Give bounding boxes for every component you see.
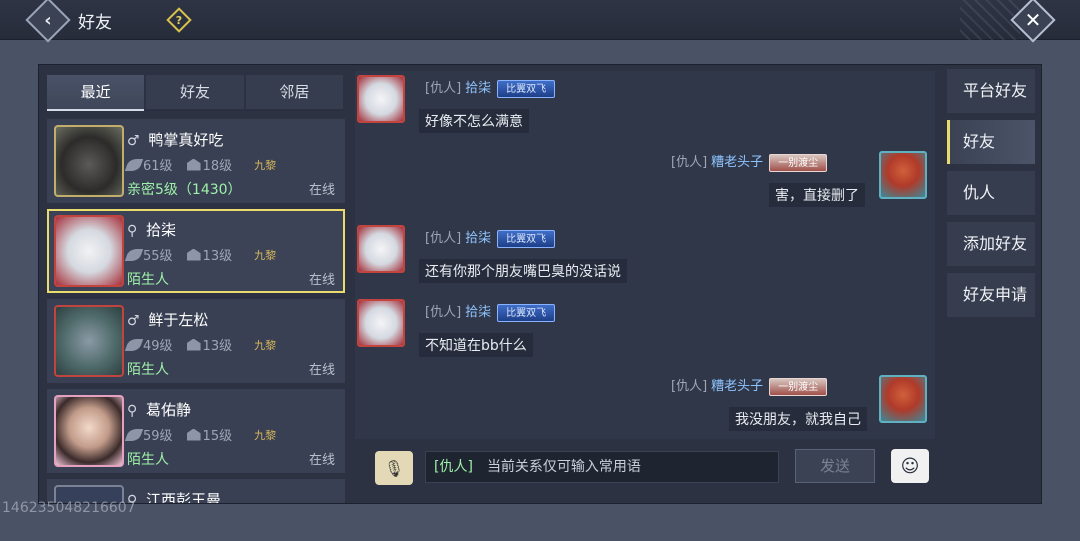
page-title: 好友 xyxy=(78,13,112,33)
chat-bubble: 不知道在bb什么 xyxy=(419,333,533,357)
chat-log[interactable]: [仇人] 拾柒 比翼双飞 好像不怎么满意 [仇人] 糟老头子 一别渡尘 害，直接删了 [… xyxy=(355,71,935,439)
chat-bubble: 害，直接删了 xyxy=(769,183,865,207)
house-icon xyxy=(186,158,201,171)
help-icon[interactable]: ? xyxy=(166,7,192,33)
voice-button[interactable]: 🎙 xyxy=(375,451,413,485)
friends-panel: 最近 好友 邻居 ♂ 鸭掌真好吃 61级 18级 九黎 亲密5级（1430） 在… xyxy=(38,64,1042,504)
title-badge: 比翼双飞 xyxy=(497,79,556,98)
wing-icon xyxy=(124,338,144,351)
tab-friends[interactable]: 好友 xyxy=(146,75,244,111)
online-status: 在线 xyxy=(308,363,335,378)
title-badge: 一别渡尘 xyxy=(769,153,828,172)
guild-label: 九黎 xyxy=(254,158,277,172)
sender-name[interactable]: 拾柒 xyxy=(465,305,491,320)
smiley-icon: ☺ xyxy=(900,455,920,477)
title-badge: 比翼双飞 xyxy=(497,303,556,322)
close-icon: ✕ xyxy=(1024,8,1042,32)
watermark-id: 146235048216607 xyxy=(2,500,136,516)
side-item-add-friend[interactable]: 添加好友 xyxy=(947,222,1035,266)
house-level-value: 13级 xyxy=(202,339,233,354)
friend-tabs: 最近 好友 邻居 xyxy=(47,75,345,111)
house-icon xyxy=(186,428,201,441)
top-bar: ‹ 好友 ? ✕ xyxy=(0,0,1080,43)
house-icon xyxy=(186,338,201,351)
house-level-value: 13级 xyxy=(202,249,233,264)
relation-tag: [仇人] xyxy=(425,305,462,320)
sender-name[interactable]: 拾柒 xyxy=(465,81,491,96)
back-arrow-icon: ‹ xyxy=(44,9,52,31)
guild-label: 九黎 xyxy=(254,428,277,442)
tab-neighbors[interactable]: 邻居 xyxy=(245,75,343,111)
back-button[interactable]: ‹ xyxy=(25,0,71,43)
relation-tag: [仇人] xyxy=(425,81,462,96)
side-item-platform-friends[interactable]: 平台好友 xyxy=(947,69,1035,113)
send-button[interactable]: 发送 xyxy=(795,449,875,483)
input-placeholder: 当前关系仅可输入常用语 xyxy=(486,459,641,475)
level-value: 59级 xyxy=(143,429,173,444)
tab-recent[interactable]: 最近 xyxy=(47,75,145,111)
avatar xyxy=(54,305,124,377)
level-value: 55级 xyxy=(143,249,173,264)
sender-name[interactable]: 糟老头子 xyxy=(711,155,763,170)
relation-label: 陌生人 xyxy=(127,452,169,468)
chat-bubble: 我没朋友，就我自己 xyxy=(729,407,867,431)
level-value: 61级 xyxy=(143,159,173,174)
relation-tag: [仇人] xyxy=(671,379,708,394)
sender-name[interactable]: 糟老头子 xyxy=(711,379,763,394)
friend-item[interactable]: ♂ 鲜于左松 49级 13级 九黎 陌生人 在线 xyxy=(47,299,345,383)
gender-male-icon: ♂ xyxy=(127,313,140,329)
microphone-icon: 🎙 xyxy=(383,458,405,478)
online-status: 在线 xyxy=(308,453,335,468)
avatar xyxy=(54,125,124,197)
house-level-value: 15级 xyxy=(202,429,233,444)
side-item-friends[interactable]: 好友 xyxy=(947,120,1035,164)
side-menu: 平台好友 好友 仇人 添加好友 好友申请 xyxy=(947,69,1035,324)
sender-name[interactable]: 拾柒 xyxy=(465,231,491,246)
avatar xyxy=(54,215,124,287)
relation-tag: [仇人] xyxy=(671,155,708,170)
level-value: 49级 xyxy=(143,339,173,354)
friend-name: 江西彭王曼 xyxy=(146,491,222,503)
side-item-enemies[interactable]: 仇人 xyxy=(947,171,1035,215)
avatar[interactable] xyxy=(879,151,927,199)
input-relation-tag: [仇人] xyxy=(434,459,473,475)
wing-icon xyxy=(124,248,144,261)
guild-label: 九黎 xyxy=(254,248,277,262)
guild-label: 九黎 xyxy=(254,338,277,352)
title-badge: 比翼双飞 xyxy=(497,229,556,248)
chat-bubble: 还有你那个朋友嘴巴臭的没话说 xyxy=(419,259,627,283)
friend-item[interactable]: ⚲ 拾柒 55级 13级 九黎 陌生人 在线 xyxy=(47,209,345,293)
house-level-value: 18级 xyxy=(202,159,233,174)
wing-icon xyxy=(124,158,144,171)
relation-label: 亲密5级（1430） xyxy=(127,182,242,198)
online-status: 在线 xyxy=(308,183,335,198)
gender-female-icon: ⚲ xyxy=(127,223,138,239)
side-item-friend-requests[interactable]: 好友申请 xyxy=(947,273,1035,317)
friend-name: 鲜于左松 xyxy=(148,311,209,329)
gender-male-icon: ♂ xyxy=(127,133,140,149)
title-badge: 一别渡尘 xyxy=(769,377,828,396)
gender-female-icon: ⚲ xyxy=(127,403,138,419)
relation-label: 陌生人 xyxy=(127,272,169,288)
chat-input[interactable]: [仇人] 当前关系仅可输入常用语 xyxy=(425,451,779,483)
friend-name: 鸭掌真好吃 xyxy=(148,131,224,149)
relation-tag: [仇人] xyxy=(425,231,462,246)
chat-input-row: 🎙 [仇人] 当前关系仅可输入常用语 发送 ☺ xyxy=(355,443,935,499)
friend-list[interactable]: ♂ 鸭掌真好吃 61级 18级 九黎 亲密5级（1430） 在线 ⚲ 拾柒 55… xyxy=(47,119,347,503)
avatar xyxy=(54,395,124,467)
friend-name: 葛佑静 xyxy=(146,401,192,419)
avatar[interactable] xyxy=(357,75,405,123)
chat-bubble: 好像不怎么满意 xyxy=(419,109,529,133)
wing-icon xyxy=(124,428,144,441)
avatar[interactable] xyxy=(357,225,405,273)
online-status: 在线 xyxy=(308,273,335,288)
avatar[interactable] xyxy=(357,299,405,347)
friend-name: 拾柒 xyxy=(146,221,177,239)
friend-item[interactable]: ⚲ 葛佑静 59级 15级 九黎 陌生人 在线 xyxy=(47,389,345,473)
friend-item[interactable]: ♂ 鸭掌真好吃 61级 18级 九黎 亲密5级（1430） 在线 xyxy=(47,119,345,203)
avatar[interactable] xyxy=(879,375,927,423)
house-icon xyxy=(186,248,201,261)
relation-label: 陌生人 xyxy=(127,362,169,378)
emoji-button[interactable]: ☺ xyxy=(891,449,929,483)
